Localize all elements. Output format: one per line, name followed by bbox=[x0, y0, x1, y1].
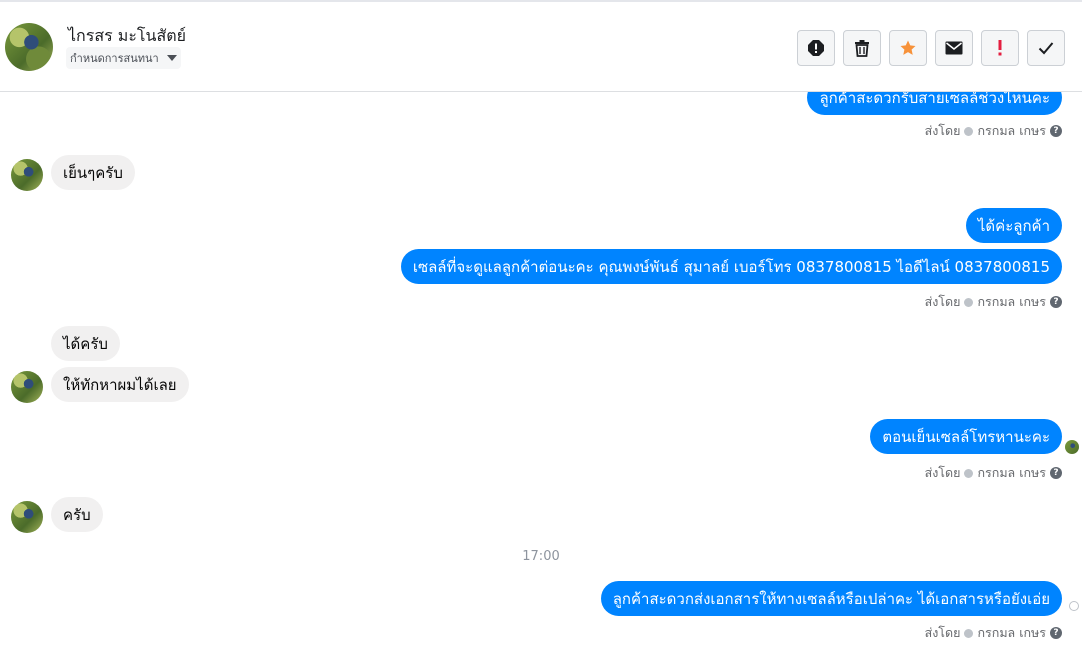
time-divider: 17:00 bbox=[522, 549, 560, 564]
conversation-settings-dropdown[interactable]: กำหนดการสนทนา bbox=[66, 47, 181, 69]
alert-circle-icon bbox=[808, 40, 824, 56]
mark-done-button[interactable] bbox=[1027, 30, 1065, 66]
conversation-header: ไกรสร มะโนสัตย์ กำหนดการสนทนา bbox=[0, 2, 1082, 92]
message-bubble-outgoing[interactable]: ลูกค้าสะดวกรับสายเซลล์ช่วงไหนคะ bbox=[807, 92, 1062, 115]
message-bubble-incoming[interactable]: ได้ครับ bbox=[51, 326, 120, 361]
agent-name[interactable]: กรกมล เกษร bbox=[977, 623, 1046, 643]
help-icon[interactable]: ? bbox=[1050, 467, 1062, 479]
message-bubble-outgoing[interactable]: เซลล์ที่จะดูแลลูกค้าต่อนะคะ คุณพงษ์พันธ์… bbox=[400, 249, 1062, 284]
conversation-settings-label: กำหนดการสนทนา bbox=[70, 52, 159, 65]
sent-by-label: ส่งโดย กรกมล เกษร ? bbox=[925, 463, 1062, 483]
agent-status-icon bbox=[964, 468, 974, 478]
agent-name[interactable]: กรกมล เกษร bbox=[977, 292, 1046, 312]
contact-name[interactable]: ไกรสร มะโนสัตย์ bbox=[68, 24, 186, 49]
agent-status-icon bbox=[964, 628, 974, 638]
star-icon bbox=[900, 40, 916, 55]
message-bubble-incoming[interactable]: ให้ทักหาผมได้เลย bbox=[51, 367, 189, 402]
contact-avatar-small[interactable] bbox=[11, 501, 43, 533]
exclamation-icon bbox=[998, 40, 1002, 56]
spam-button[interactable] bbox=[797, 30, 835, 66]
agent-name[interactable]: กรกมล เกษร bbox=[977, 121, 1046, 141]
sent-by-label: ส่งโดย กรกมล เกษร ? bbox=[925, 121, 1062, 141]
star-button[interactable] bbox=[889, 30, 927, 66]
seen-avatar-icon bbox=[1065, 440, 1079, 454]
agent-status-icon bbox=[964, 126, 974, 136]
contact-avatar-small[interactable] bbox=[11, 159, 43, 191]
sent-by-label: ส่งโดย กรกมล เกษร ? bbox=[925, 292, 1062, 312]
help-icon[interactable]: ? bbox=[1050, 125, 1062, 137]
message-bubble-outgoing[interactable]: ลูกค้าสะดวกส่งเอกสารให้ทางเซลล์หรือเปล่า… bbox=[600, 581, 1062, 616]
agent-status-icon bbox=[964, 297, 974, 307]
message-bubble-incoming[interactable]: เย็นๆครับ bbox=[51, 155, 135, 190]
delete-button[interactable] bbox=[843, 30, 881, 66]
mark-unread-button[interactable] bbox=[935, 30, 973, 66]
contact-avatar-small[interactable] bbox=[11, 371, 43, 403]
message-thread[interactable]: ลูกค้าสะดวกรับสายเซลล์ช่วงไหนคะ ส่งโดย ก… bbox=[0, 92, 1082, 653]
help-icon[interactable]: ? bbox=[1050, 627, 1062, 639]
agent-name[interactable]: กรกมล เกษร bbox=[977, 463, 1046, 483]
message-bubble-outgoing[interactable]: ได้ค่ะลูกค้า bbox=[965, 208, 1062, 243]
message-bubble-incoming[interactable]: ครับ bbox=[51, 497, 103, 532]
message-bubble-outgoing[interactable]: ตอนเย็นเซลล์โทรหานะคะ bbox=[870, 419, 1062, 454]
trash-icon bbox=[855, 40, 869, 57]
sent-check-icon bbox=[1069, 601, 1079, 611]
help-icon[interactable]: ? bbox=[1050, 296, 1062, 308]
important-button[interactable] bbox=[981, 30, 1019, 66]
check-icon bbox=[1038, 42, 1054, 55]
sent-by-label: ส่งโดย กรกมล เกษร ? bbox=[925, 623, 1062, 643]
envelope-icon bbox=[945, 41, 963, 55]
action-toolbar bbox=[797, 30, 1065, 66]
caret-down-icon bbox=[166, 55, 177, 61]
contact-avatar[interactable] bbox=[5, 23, 53, 71]
